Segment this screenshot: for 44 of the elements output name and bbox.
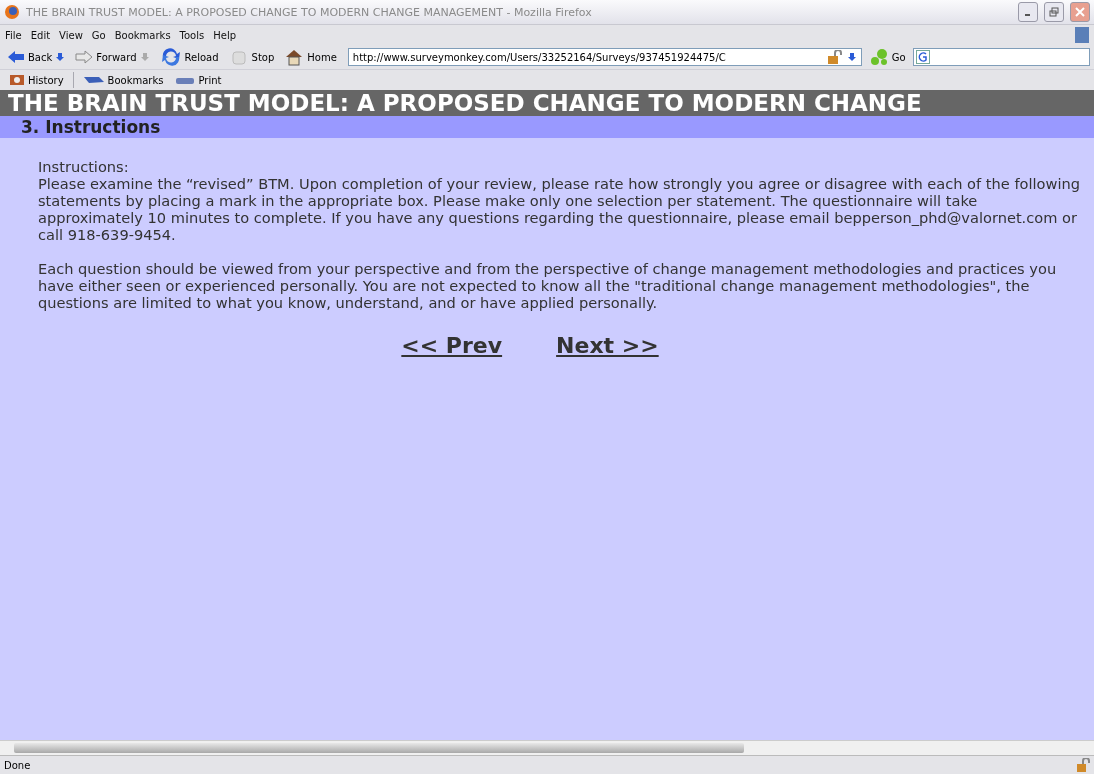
instructions-paragraph: Instructions: Please examine the “revised” BTM. Upon completion of your review, please rate how strongly you agree or disagree with each of the following statements by placing a mark in the appropriate box. Please make only one selection per statement. The questionnaire will take approximately 10 minutes to complete. If you have any questions regarding the questionnaire, please email bepperson_phd@valornet.com or call 918-639-9454.: [38, 158, 1081, 243]
toolbar-button[interactable]: Forward: [72, 46, 153, 68]
search-engine-icon: [915, 50, 930, 64]
page-nav-link[interactable]: Next >>: [556, 333, 659, 358]
scrollbar-thumb[interactable]: [14, 743, 744, 753]
reload-icon: [159, 48, 182, 66]
instructions-paragraph: Each question should be viewed from your perspective and from the perspective of change management methodologies and practices you have either seen or experienced personally. You are not expected to know all the "traditional change management methodologies", the questions are limited to what you know, understand, and or have applied personally.: [38, 260, 1058, 311]
address-field[interactable]: http://www.surveymonkey.com/Users/33252164/Surveys/937451924475/C: [347, 48, 862, 66]
toolbar-button[interactable]: Home: [281, 46, 340, 68]
menu-item[interactable]: Bookmarks: [114, 29, 171, 41]
search-field[interactable]: [912, 48, 1090, 66]
left-arrow-icon: [7, 50, 25, 64]
toolbar-button[interactable]: Reload: [156, 46, 222, 68]
down-arrow-icon: [55, 52, 66, 62]
down-arrow-icon: [846, 52, 857, 62]
close-icon: [1075, 7, 1085, 17]
browser-logo-icon: [4, 4, 20, 20]
restore-icon: [1049, 7, 1059, 17]
down-arrow-icon: [139, 52, 150, 62]
padlock-icon: [1076, 758, 1090, 772]
survey-banner: THE BRAIN TRUST MODEL: A PROPOSED CHANGE TO MODERN CHANGE: [0, 90, 1094, 116]
padlock-icon: [826, 50, 843, 64]
section-header: 3. Instructions: [0, 116, 1094, 138]
bookmark-button[interactable]: Print: [172, 69, 225, 91]
bookmark-button[interactable]: Bookmarks: [79, 69, 167, 91]
close-button[interactable]: [1070, 2, 1090, 22]
menu-item[interactable]: View: [59, 29, 83, 41]
clock-icon: [9, 74, 25, 86]
page-nav-link[interactable]: << Prev: [401, 333, 503, 358]
menu-item[interactable]: Tools: [179, 29, 205, 41]
status-text: Done: [4, 759, 31, 771]
menu-item[interactable]: Help: [213, 29, 237, 41]
menu-item[interactable]: File: [5, 29, 22, 41]
menu-item[interactable]: Go: [91, 29, 106, 41]
menu-item[interactable]: Edit: [30, 29, 51, 41]
right-arrow-icon: [75, 50, 94, 64]
bookmark-button[interactable]: History: [6, 69, 67, 91]
window-title: THE BRAIN TRUST MODEL: A PROPOSED CHANGE TO MODERN CHANGE MANAGEMENT - Mozilla Firefox: [26, 5, 593, 19]
horizontal-scrollbar[interactable]: [0, 740, 1094, 755]
toolbar-button[interactable]: Back: [4, 46, 69, 68]
toolbar-button[interactable]: Stop: [225, 46, 278, 68]
restore-button[interactable]: [1044, 2, 1064, 22]
minimize-button[interactable]: [1018, 2, 1038, 22]
go-button[interactable]: Go: [865, 46, 909, 68]
